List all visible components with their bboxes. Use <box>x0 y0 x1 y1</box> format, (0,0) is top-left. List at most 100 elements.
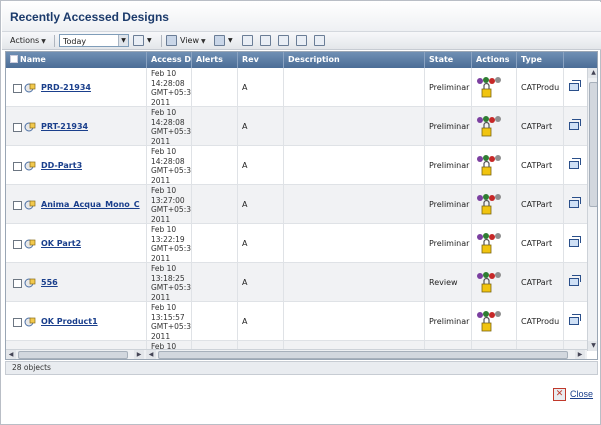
table-row[interactable]: DD-Part3 Feb 10 14:28:08 GMT+05:3 2011 A Pr… <box>6 146 587 185</box>
open-window-cell <box>564 224 587 263</box>
open-window-icon[interactable] <box>569 236 581 247</box>
design-type-icon <box>24 122 36 132</box>
access-date-cell: Feb 10 13:27:00 GMT+05:3 2011 <box>147 185 192 224</box>
open-window-icon[interactable] <box>569 275 581 286</box>
type-cell: CATPart <box>517 107 564 146</box>
toolbar-separator <box>161 35 162 47</box>
chevron-down-icon[interactable]: ▼ <box>228 34 233 48</box>
lock-and-actions-icon[interactable] <box>476 232 508 254</box>
lock-and-actions-icon[interactable] <box>476 310 508 332</box>
design-type-icon <box>24 200 36 210</box>
table-row[interactable]: PRD-21934 Feb 10 14:28:08 GMT+05:3 2011 A P… <box>6 68 587 107</box>
chevron-down-icon[interactable]: ▼ <box>147 34 152 48</box>
date-filter-select[interactable]: Today ▼ <box>59 34 129 47</box>
column-header-description[interactable]: Description <box>284 52 425 68</box>
column-header-type[interactable]: Type <box>517 52 564 68</box>
column-header-state[interactable]: State <box>425 52 472 68</box>
horizontal-scrollbar[interactable]: ◀ ▶ ◀ ▶ <box>6 349 587 359</box>
actions-cell <box>472 224 517 263</box>
table-row[interactable]: 556 Feb 10 13:18:25 GMT+05:3 2011 A Review C… <box>6 263 587 302</box>
row-checkbox[interactable] <box>13 162 22 171</box>
table-icon[interactable] <box>214 35 225 46</box>
open-window-cell <box>564 146 587 185</box>
open-window-cell <box>564 302 587 341</box>
table-row[interactable]: OK Product1 Feb 10 13:15:57 GMT+05:3 2011… <box>6 302 587 341</box>
design-type-icon <box>24 161 36 171</box>
design-name-link[interactable]: OK Product1 <box>41 302 98 341</box>
actions-cell <box>472 107 517 146</box>
lock-and-actions-icon[interactable] <box>476 193 508 215</box>
design-name-link[interactable]: OK Part2 <box>41 224 81 263</box>
vertical-scrollbar[interactable]: ▲ ▼ <box>587 68 597 351</box>
alerts-cell <box>192 146 238 185</box>
date-filter-value: Today <box>63 37 87 46</box>
column-header-actions[interactable]: Actions <box>472 52 517 68</box>
open-window-icon[interactable] <box>569 158 581 169</box>
design-name-link[interactable]: 556 <box>41 263 58 302</box>
copy-icon[interactable] <box>133 35 144 46</box>
scroll-left-icon[interactable]: ◀ <box>6 350 16 359</box>
scroll-down-icon[interactable]: ▼ <box>588 341 597 351</box>
row-checkbox[interactable] <box>13 123 22 132</box>
lock-and-actions-icon[interactable] <box>476 76 508 98</box>
scroll-right-icon[interactable]: ▶ <box>134 350 144 359</box>
open-window-icon[interactable] <box>569 80 581 91</box>
design-type-icon <box>24 278 36 288</box>
scroll-right-icon[interactable]: ▶ <box>575 350 585 359</box>
chevron-down-icon: ▼ <box>118 35 128 46</box>
select-all-checkbox[interactable] <box>10 55 18 63</box>
column-header-access-date[interactable]: Access D <box>147 52 192 68</box>
row-checkbox[interactable] <box>13 201 22 210</box>
actions-cell <box>472 302 517 341</box>
table-header: Name Access D Alerts Rev Description Sta… <box>6 52 597 68</box>
export-icon[interactable] <box>260 35 271 46</box>
design-name-link[interactable]: PRT-21934 <box>41 107 88 146</box>
recently-accessed-designs-window: Recently Accessed Designs Actions ▼ Today… <box>0 0 601 425</box>
actions-cell <box>472 263 517 302</box>
tree-icon[interactable] <box>242 35 253 46</box>
chevron-down-icon: ▼ <box>41 38 46 45</box>
column-header-name[interactable]: Name <box>6 52 147 68</box>
table-row[interactable]: Anima_Acqua_Mono_C Feb 10 13:27:00 GMT+05… <box>6 185 587 224</box>
horizontal-scroll-thumb-left[interactable] <box>18 351 128 359</box>
description-cell <box>284 302 425 341</box>
open-window-cell <box>564 107 587 146</box>
open-window-icon[interactable] <box>569 119 581 130</box>
horizontal-scroll-thumb-right[interactable] <box>158 351 568 359</box>
design-name-link[interactable]: PRD-21934 <box>41 68 91 107</box>
design-name-link[interactable]: Anima_Acqua_Mono_C <box>41 185 140 224</box>
row-checkbox[interactable] <box>13 318 22 327</box>
view-menu[interactable]: View ▼ <box>180 34 206 48</box>
open-window-icon[interactable] <box>569 197 581 208</box>
column-header-alerts[interactable]: Alerts <box>192 52 238 68</box>
row-checkbox[interactable] <box>13 240 22 249</box>
column-header-rev[interactable]: Rev <box>238 52 284 68</box>
rev-cell: A <box>238 263 284 302</box>
help-icon[interactable] <box>314 35 325 46</box>
print-icon[interactable] <box>278 35 289 46</box>
row-checkbox[interactable] <box>13 84 22 93</box>
lock-and-actions-icon[interactable] <box>476 154 508 176</box>
upload-icon[interactable] <box>296 35 307 46</box>
toolbar-separator <box>54 35 55 47</box>
table-row[interactable]: PRT-21934 Feb 10 14:28:08 GMT+05:3 2011 A P… <box>6 107 587 146</box>
alerts-cell <box>192 107 238 146</box>
state-cell: Preliminar <box>425 107 472 146</box>
alerts-cell <box>192 68 238 107</box>
access-date-cell: Feb 10 14:28:08 GMT+05:3 2011 <box>147 68 192 107</box>
table-row[interactable]: OK Part2 Feb 10 13:22:19 GMT+05:3 2011 A Pr… <box>6 224 587 263</box>
close-link[interactable]: Close <box>570 389 593 399</box>
view-icon[interactable] <box>166 35 177 46</box>
vertical-scroll-thumb[interactable] <box>589 82 597 207</box>
scroll-up-icon[interactable]: ▲ <box>588 68 597 78</box>
actions-menu[interactable]: Actions ▼ <box>10 34 46 48</box>
lock-and-actions-icon[interactable] <box>476 115 508 137</box>
close-icon[interactable]: ✕ <box>553 388 566 401</box>
design-name-link[interactable]: DD-Part3 <box>41 146 82 185</box>
alerts-cell <box>192 302 238 341</box>
scroll-left-icon[interactable]: ◀ <box>146 350 156 359</box>
actions-cell <box>472 185 517 224</box>
open-window-icon[interactable] <box>569 314 581 325</box>
lock-and-actions-icon[interactable] <box>476 271 508 293</box>
row-checkbox[interactable] <box>13 279 22 288</box>
